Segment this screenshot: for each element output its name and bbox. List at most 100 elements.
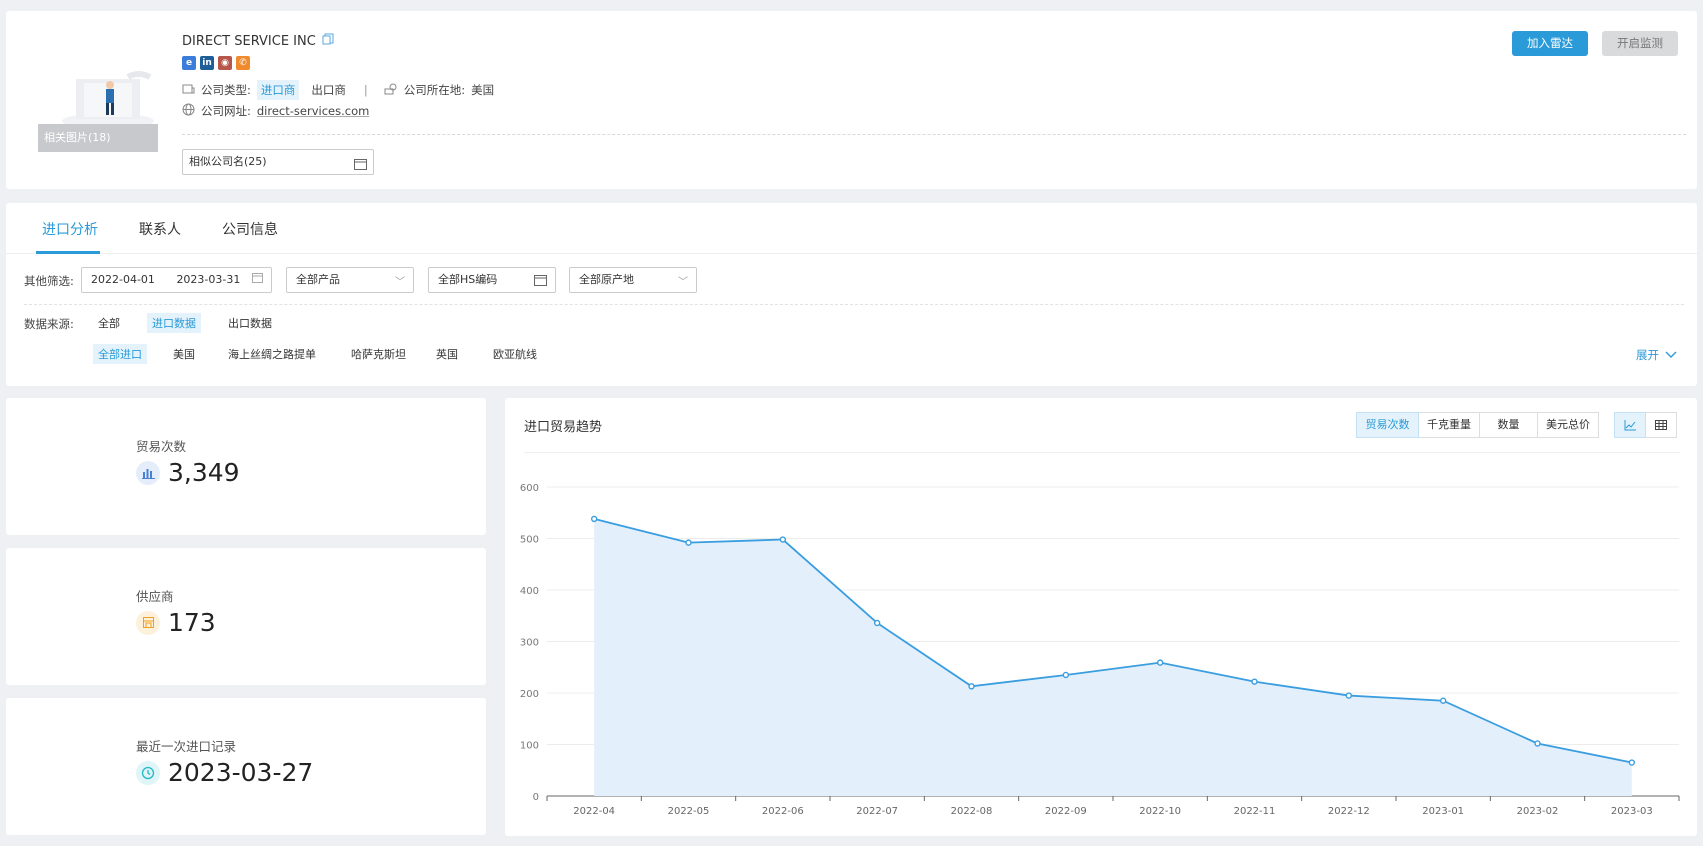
- tab-import-analysis[interactable]: 进口分析: [42, 219, 98, 239]
- stat-label: 贸易次数: [136, 439, 187, 454]
- hs-code-select[interactable]: 全部HS编码: [428, 267, 556, 293]
- x-tick-label: 2023-02: [1517, 806, 1559, 817]
- chart-title: 进口贸易趋势: [524, 420, 603, 435]
- x-tick-label: 2022-06: [762, 806, 804, 817]
- type-tag-importer: 进口商: [256, 80, 300, 100]
- phone-icon[interactable]: ✆: [236, 56, 250, 70]
- linkedin-icon[interactable]: in: [200, 56, 214, 70]
- similar-select-value: 相似公司名(25): [189, 155, 267, 168]
- tab-bar: 进口分析 联系人 公司信息: [6, 203, 1697, 254]
- y-tick-label: 400: [520, 586, 539, 597]
- calendar-icon: [354, 155, 367, 179]
- source-export[interactable]: 出口数据: [223, 313, 277, 333]
- chart-header-divider: [524, 452, 1680, 453]
- trade-trend-card: 进口贸易趋势 贸易次数 千克重量 数量 美元总价 0 100 200 300 400 50…: [505, 398, 1697, 836]
- metric-usd-total[interactable]: 美元总价: [1537, 412, 1599, 438]
- metric-quantity[interactable]: 数量: [1479, 412, 1538, 438]
- data-point: [873, 619, 881, 627]
- chevron-down-icon: [1665, 348, 1677, 362]
- data-source-label: 数据来源:: [24, 317, 74, 331]
- metric-trade-count[interactable]: 贸易次数: [1356, 412, 1419, 438]
- header-divider: [182, 134, 1686, 135]
- data-point: [779, 536, 787, 543]
- metric-weight[interactable]: 千克重量: [1418, 412, 1480, 438]
- company-name: DIRECT SERVICE INC: [182, 33, 316, 49]
- sub-source-kazakhstan[interactable]: 哈萨克斯坦: [346, 344, 411, 364]
- photo-count-caption[interactable]: 相关图片(18): [38, 124, 158, 152]
- y-tick-label: 300: [520, 638, 539, 649]
- origin-select[interactable]: 全部原产地 ﹀: [569, 267, 697, 293]
- location-value: 美国: [471, 83, 495, 97]
- date-start: 2022-04-01: [91, 273, 155, 286]
- stat-value-row: 2023-03-27: [136, 758, 313, 787]
- type-tag-exporter: 出口商: [311, 83, 346, 97]
- record-icon[interactable]: ◉: [218, 56, 232, 70]
- start-monitor-button[interactable]: 开启监测: [1602, 31, 1678, 56]
- stat-card-suppliers: 供应商 173: [6, 548, 486, 685]
- product-select[interactable]: 全部产品 ﹀: [286, 267, 414, 293]
- tab-company-info[interactable]: 公司信息: [222, 219, 278, 239]
- company-header-card: 相关图片(18) DIRECT SERVICE INC e in ◉ ✆ 公司类…: [6, 11, 1697, 189]
- location-label: 公司所在地:: [403, 83, 466, 97]
- data-point: [1534, 740, 1541, 747]
- other-filter-label: 其他筛选:: [24, 274, 74, 288]
- series-area: [594, 518, 1632, 796]
- x-tick-label: 2022-10: [1139, 806, 1181, 817]
- origin-select-value: 全部原产地: [579, 273, 634, 286]
- line-chart-icon[interactable]: [1614, 412, 1646, 438]
- social-links: e in ◉ ✆: [182, 56, 250, 70]
- x-tick-label: 2022-08: [951, 806, 993, 817]
- x-tick-label: 2022-11: [1234, 806, 1276, 817]
- x-tick-label: 2022-12: [1328, 806, 1370, 817]
- filter-divider: [24, 304, 1684, 305]
- data-point: [590, 515, 598, 523]
- globe-icon: [182, 103, 195, 119]
- y-tick-label: 0: [533, 792, 539, 803]
- stat-card-trade-count: 贸易次数 3,349: [6, 398, 486, 535]
- bar-chart-icon: [136, 460, 160, 485]
- website-link[interactable]: direct-services.com: [257, 104, 369, 118]
- sub-source-silk-road[interactable]: 海上丝绸之路提单: [223, 344, 321, 364]
- ie-icon[interactable]: e: [182, 56, 196, 70]
- y-tick-label: 100: [520, 741, 539, 752]
- date-range-picker[interactable]: 2022-04-01 2023-03-31: [81, 267, 272, 293]
- source-all[interactable]: 全部: [93, 313, 125, 333]
- view-switcher: [1614, 412, 1677, 438]
- y-tick-label: 500: [520, 535, 539, 546]
- supplier-icon: [136, 610, 160, 635]
- stat-label: 供应商: [136, 589, 174, 604]
- chevron-down-icon: ﹀: [678, 277, 688, 288]
- sub-source-all-import[interactable]: 全部进口: [93, 344, 147, 364]
- company-type-label: 公司类型:: [201, 83, 251, 97]
- sub-source-usa[interactable]: 美国: [168, 344, 200, 364]
- location-icon: [384, 83, 398, 98]
- company-illustration: [62, 71, 154, 129]
- date-end: 2023-03-31: [176, 273, 241, 286]
- copy-icon[interactable]: [322, 33, 334, 49]
- product-select-value: 全部产品: [296, 273, 340, 286]
- data-point: [1062, 671, 1070, 679]
- website-row: 公司网址: direct-services.com: [182, 103, 369, 119]
- similar-company-select[interactable]: 相似公司名(25): [182, 149, 374, 175]
- expand-toggle[interactable]: 展开: [1636, 347, 1677, 363]
- sub-source-uk[interactable]: 英国: [431, 344, 463, 364]
- metric-switcher: 贸易次数 千克重量 数量 美元总价: [1356, 412, 1599, 438]
- sub-source-eurasia[interactable]: 欧亚航线: [488, 344, 542, 364]
- stat-value-row: 3,349: [136, 458, 240, 487]
- stat-value: 2023-03-27: [168, 758, 314, 787]
- data-point: [968, 683, 975, 690]
- add-radar-button[interactable]: 加入雷达: [1512, 31, 1588, 56]
- data-point: [685, 539, 692, 546]
- website-label: 公司网址:: [201, 104, 251, 118]
- table-icon[interactable]: [1645, 412, 1677, 438]
- stat-value: 173: [168, 608, 216, 637]
- x-tick-label: 2022-09: [1045, 806, 1087, 817]
- stat-value: 3,349: [168, 458, 240, 487]
- stat-card-last-import: 最近一次进口记录 2023-03-27: [6, 698, 486, 835]
- chevron-down-icon: ﹀: [395, 277, 405, 288]
- data-point: [1439, 697, 1447, 704]
- source-import[interactable]: 进口数据: [147, 313, 201, 333]
- y-tick-label: 200: [520, 689, 539, 700]
- trade-trend-chart: 0 100 200 300 400 500 600 2022-04 2022-05 2022-06…: [520, 483, 1680, 817]
- tab-contacts[interactable]: 联系人: [139, 219, 181, 239]
